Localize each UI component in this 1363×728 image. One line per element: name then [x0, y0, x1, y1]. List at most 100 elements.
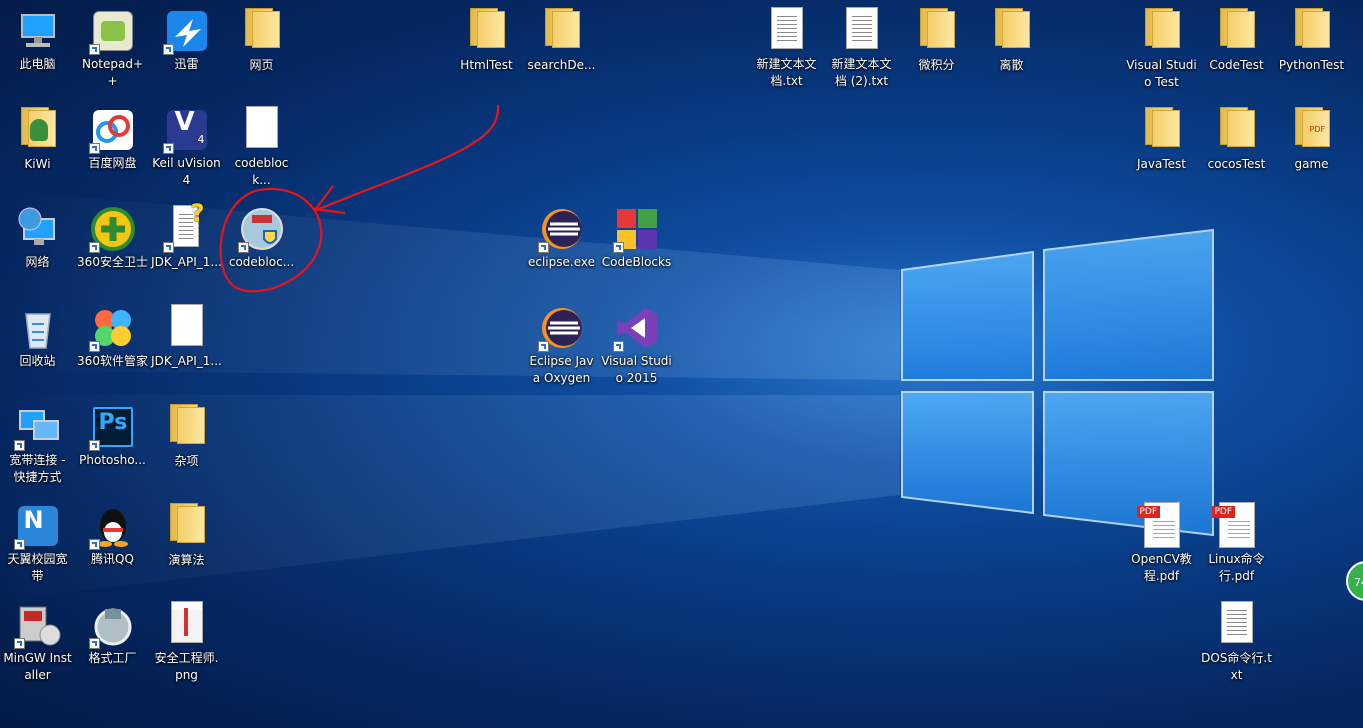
folder-icon — [1138, 107, 1186, 155]
desktop-icon-folder[interactable]: cocosTest — [1199, 102, 1274, 173]
desktop-icon-text-file[interactable]: DOS命令行.txt — [1199, 597, 1274, 684]
pdf-icon: PDF — [1136, 502, 1186, 550]
pdf-icon: PDF — [1211, 502, 1261, 550]
text-file-icon — [838, 7, 886, 55]
desktop-icon-label: Photosho... — [79, 453, 146, 467]
desktop-icon-keil[interactable]: V 4 Keil uVision4 — [149, 102, 224, 189]
desktop-icon-label: MinGW Installer — [3, 651, 72, 682]
desktop-icon-label: 格式工厂 — [88, 651, 137, 665]
desktop-icon-image-file[interactable]: 安全工程师.png — [149, 597, 224, 684]
shortcut-arrow-icon — [88, 539, 100, 550]
desktop-icon-label: Keil uVision4 — [152, 156, 221, 187]
desktop-icon-folder[interactable]: JavaTest — [1124, 102, 1199, 173]
desktop-icon-folder[interactable]: 网页 — [224, 3, 299, 74]
desktop-icon-folder[interactable]: HtmlTest — [449, 3, 524, 74]
desktop-icon-pdf[interactable]: PDF OpenCV教程.pdf — [1124, 498, 1199, 585]
desktop-icon-user-folder[interactable]: KiWi — [0, 102, 75, 173]
desktop-icon-label: 网络 — [25, 255, 50, 269]
blank-file-icon — [238, 106, 286, 154]
photoshop-icon: Ps — [88, 403, 137, 451]
shortcut-arrow-icon — [88, 143, 100, 154]
desktop-icon-network[interactable]: 网络 — [0, 201, 75, 271]
nsis-icon — [237, 205, 286, 253]
folder-icon — [1213, 107, 1261, 155]
desktop-icon-recycle-bin[interactable]: 回收站 — [0, 300, 75, 370]
desktop[interactable]: { "desktop": { "icons": [ {"label": "此电脑… — [0, 0, 1363, 728]
desktop-icon-computer[interactable]: 此电脑 — [0, 3, 75, 73]
side-badge[interactable]: 74 — [1346, 561, 1363, 601]
notepad-icon — [88, 7, 137, 55]
shortcut-arrow-icon — [237, 242, 249, 253]
desktop-icon-tianyi[interactable]: N 天翼校园宽带 — [0, 498, 75, 585]
desktop-icon-folder[interactable]: 杂项 — [149, 399, 224, 470]
desktop-icon-label: 微积分 — [918, 58, 955, 72]
desktop-icon-folder[interactable]: 离散 — [974, 3, 1049, 74]
desktop-icon-notepad[interactable]: Notepad++ — [75, 3, 150, 90]
desktop-icon-label: CodeBlocks — [601, 255, 672, 269]
folder-icon — [238, 8, 286, 56]
desktop-icon-codeblocks[interactable]: CodeBlocks — [599, 201, 674, 271]
desktop-icon-label: Visual Studio Test — [1126, 58, 1197, 89]
shortcut-arrow-icon — [537, 341, 549, 352]
desktop-icon-360soft[interactable]: 360软件管家 — [75, 300, 150, 370]
desktop-icon-360[interactable]: 360安全卫士 — [75, 201, 150, 271]
desktop-icon-text-file[interactable]: 新建文本文档.txt — [749, 3, 824, 90]
desktop-icon-blank-file[interactable]: JDK_API_1... — [149, 300, 224, 370]
folder-icon — [1288, 8, 1336, 56]
desktop-icon-pdf[interactable]: PDF Linux命令行.pdf — [1199, 498, 1274, 585]
folder-icon — [463, 8, 511, 56]
desktop-icon-text-file[interactable]: 新建文本文档 (2).txt — [824, 3, 899, 90]
desktop-icon-photoshop[interactable]: Ps Photosho... — [75, 399, 150, 469]
desktop-icon-qq[interactable]: 腾讯QQ — [75, 498, 150, 568]
desktop-icon-thunder[interactable]: 迅雷 — [149, 3, 224, 73]
desktop-icon-label: 演算法 — [168, 553, 205, 567]
image-file-icon — [163, 601, 211, 649]
desktop-icon-mingw[interactable]: MinGW Installer — [0, 597, 75, 684]
desktop-icon-label: JDK_API_1... — [151, 354, 222, 368]
desktop-icon-baidu[interactable]: 百度网盘 — [75, 102, 150, 172]
desktop-icon-label: KiWi — [24, 157, 51, 171]
desktop-icon-broadband[interactable]: 宽带连接 - 快捷方式 — [0, 399, 75, 486]
desktop-icon-folder[interactable]: CodeTest — [1199, 3, 1274, 74]
desktop-icon-eclipse[interactable]: eclipse.exe — [524, 201, 599, 271]
desktop-icon-label: cocosTest — [1207, 157, 1266, 171]
desktop-icon-label: codeblock... — [234, 156, 289, 187]
desktop-icon-vs[interactable]: Visual Studio 2015 — [599, 300, 674, 387]
desktop-icon-label: JavaTest — [1137, 157, 1186, 171]
folder-icon — [913, 8, 961, 56]
desktop-icon-label: 安全工程师.png — [154, 651, 219, 682]
360-icon — [88, 205, 137, 253]
desktop-icon-label: CodeTest — [1209, 58, 1264, 72]
desktop-icon-label: 百度网盘 — [88, 156, 137, 170]
desktop-icon-help-file[interactable]: ? JDK_API_1... — [149, 201, 224, 271]
desktop-icon-label: PythonTest — [1278, 58, 1345, 72]
desktop-icon-label: OpenCV教程.pdf — [1131, 552, 1192, 583]
baidu-icon — [88, 106, 137, 154]
keil-icon: V4 — [162, 106, 211, 154]
desktop-icon-folder[interactable]: 微积分 — [899, 3, 974, 74]
desktop-icon-label: Eclipse Java Oxygen — [529, 354, 594, 385]
desktop-icon-label: codebloc... — [228, 255, 295, 269]
desktop-icon-formatfactory[interactable]: 格式工厂 — [75, 597, 150, 667]
shortcut-arrow-icon — [13, 638, 25, 649]
desktop-icon-label: searchDe... — [527, 58, 596, 72]
desktop-icon-label: 迅雷 — [174, 57, 199, 71]
desktop-icon-nsis[interactable]: codebloc... — [224, 201, 299, 271]
desktop-icon-eclipse[interactable]: Eclipse Java Oxygen — [524, 300, 599, 387]
desktop-icon-folder[interactable]: 演算法 — [149, 498, 224, 569]
desktop-icon-blank-file[interactable]: codeblock... — [224, 102, 299, 189]
360soft-icon — [88, 304, 137, 352]
desktop-icon-folder[interactable]: Visual Studio Test — [1124, 3, 1199, 91]
recycle-bin-icon — [14, 304, 62, 352]
eclipse-icon — [537, 205, 586, 253]
desktop-icon-pdf-folder[interactable]: PDF game — [1274, 102, 1349, 173]
desktop-icon-label: 网页 — [249, 58, 274, 72]
desktop-icon-folder[interactable]: PythonTest — [1274, 3, 1349, 74]
formatfactory-icon — [88, 601, 137, 649]
pdf-folder-icon: PDF — [1288, 107, 1336, 155]
desktop-icon-label: game — [1294, 157, 1329, 171]
folder-icon — [163, 503, 211, 551]
desktop-icon-label: 360安全卫士 — [77, 255, 148, 269]
shortcut-arrow-icon — [537, 242, 549, 253]
desktop-icon-folder[interactable]: searchDe... — [524, 3, 599, 74]
